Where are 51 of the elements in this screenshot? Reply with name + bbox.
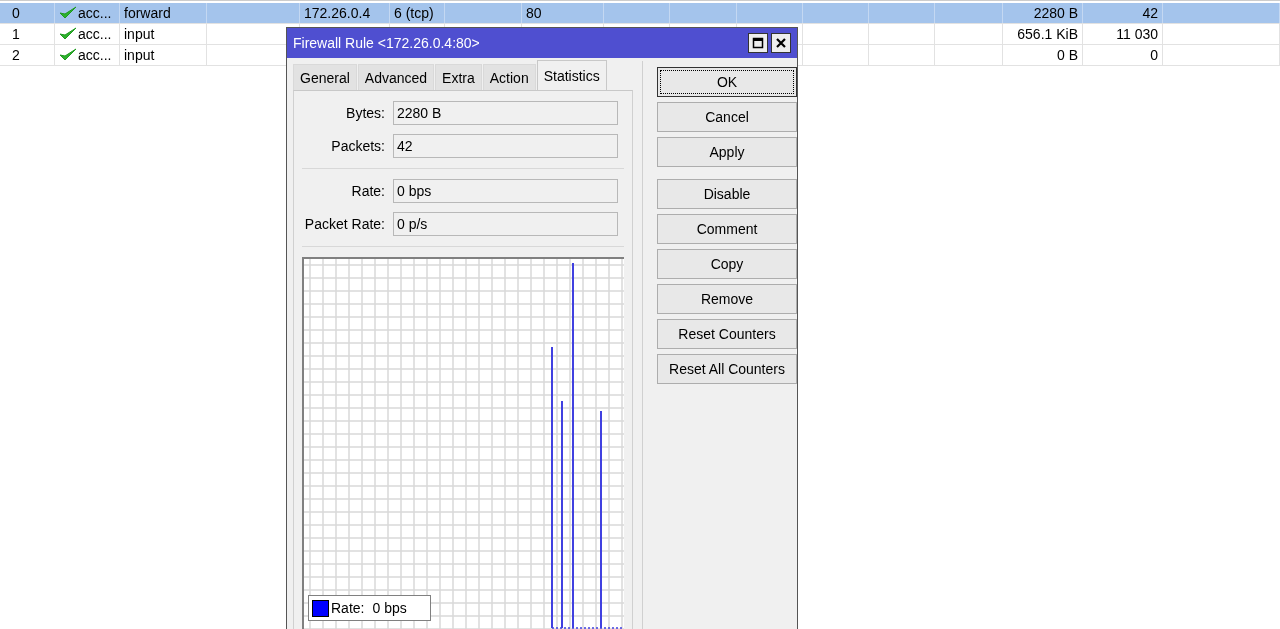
dialog-button[interactable]: Comment — [657, 214, 797, 244]
tab[interactable]: General — [293, 64, 357, 90]
table-cell-text: acc... — [78, 46, 112, 65]
table-cell: 0 — [1083, 45, 1163, 65]
dialog-button[interactable]: Apply — [657, 137, 797, 167]
table-cell: 42 — [1083, 3, 1163, 23]
legend-swatch — [312, 599, 329, 617]
legend-value: 0 bps — [372, 600, 407, 616]
checkmark-icon — [59, 27, 77, 41]
tab[interactable]: Extra — [435, 64, 482, 90]
checkmark-icon — [59, 6, 77, 20]
table-cell: 0 — [0, 3, 55, 23]
table-cell-text: 80 — [526, 4, 542, 23]
table-cell: forward — [120, 3, 207, 23]
stat-field: 2280 B — [393, 101, 618, 125]
field-label: Bytes: — [345, 105, 385, 121]
close-button[interactable] — [771, 33, 791, 53]
field-label: Packet Rate: — [303, 216, 385, 232]
table-row[interactable]: 0 acc... forward 172.26.0.4 6 (tcp) 80 2280 B 42 — [0, 3, 1280, 24]
tab[interactable]: Advanced — [357, 64, 435, 90]
dialog-button[interactable]: Disable — [657, 179, 797, 209]
legend-label: Rate: — [331, 600, 365, 616]
dialog-button[interactable]: Copy — [657, 249, 797, 279]
dialog-button[interactable]: Cancel — [657, 102, 797, 132]
maximize-icon — [752, 37, 764, 49]
stat-field: 0 p/s — [393, 212, 618, 236]
field-label: Rate: — [350, 183, 385, 199]
table-cell: 11 030 — [1083, 24, 1163, 44]
dialog-button[interactable]: Remove — [657, 284, 797, 314]
tab[interactable]: Action — [482, 64, 536, 90]
stat-field: 42 — [393, 134, 618, 158]
table-cell-text: 6 (tcp) — [394, 4, 434, 23]
tab[interactable]: Statistics — [536, 60, 607, 90]
table-cell: 2 — [0, 45, 55, 65]
table-cell: 656.1 KiB — [1003, 24, 1083, 44]
dialog-button[interactable]: Reset All Counters — [657, 354, 797, 384]
checkmark-icon — [59, 48, 77, 62]
table-cell: 2280 B — [1003, 3, 1083, 23]
table-cell: 0 B — [1003, 45, 1083, 65]
table-cell: 1 — [0, 24, 55, 44]
table-cell-text: 172.26.0.4 — [304, 4, 371, 23]
dialog-button[interactable]: OK — [657, 67, 797, 97]
field-label: Packets: — [330, 138, 385, 154]
close-icon — [775, 37, 787, 49]
table-cell-text: acc... — [78, 25, 112, 44]
maximize-button[interactable] — [748, 33, 768, 53]
table-cell-text: acc... — [78, 4, 112, 23]
stat-field: 0 bps — [393, 179, 618, 203]
table-cell: input — [120, 24, 207, 44]
table-cell: input — [120, 45, 207, 65]
dialog-button[interactable]: Reset Counters — [657, 319, 797, 349]
